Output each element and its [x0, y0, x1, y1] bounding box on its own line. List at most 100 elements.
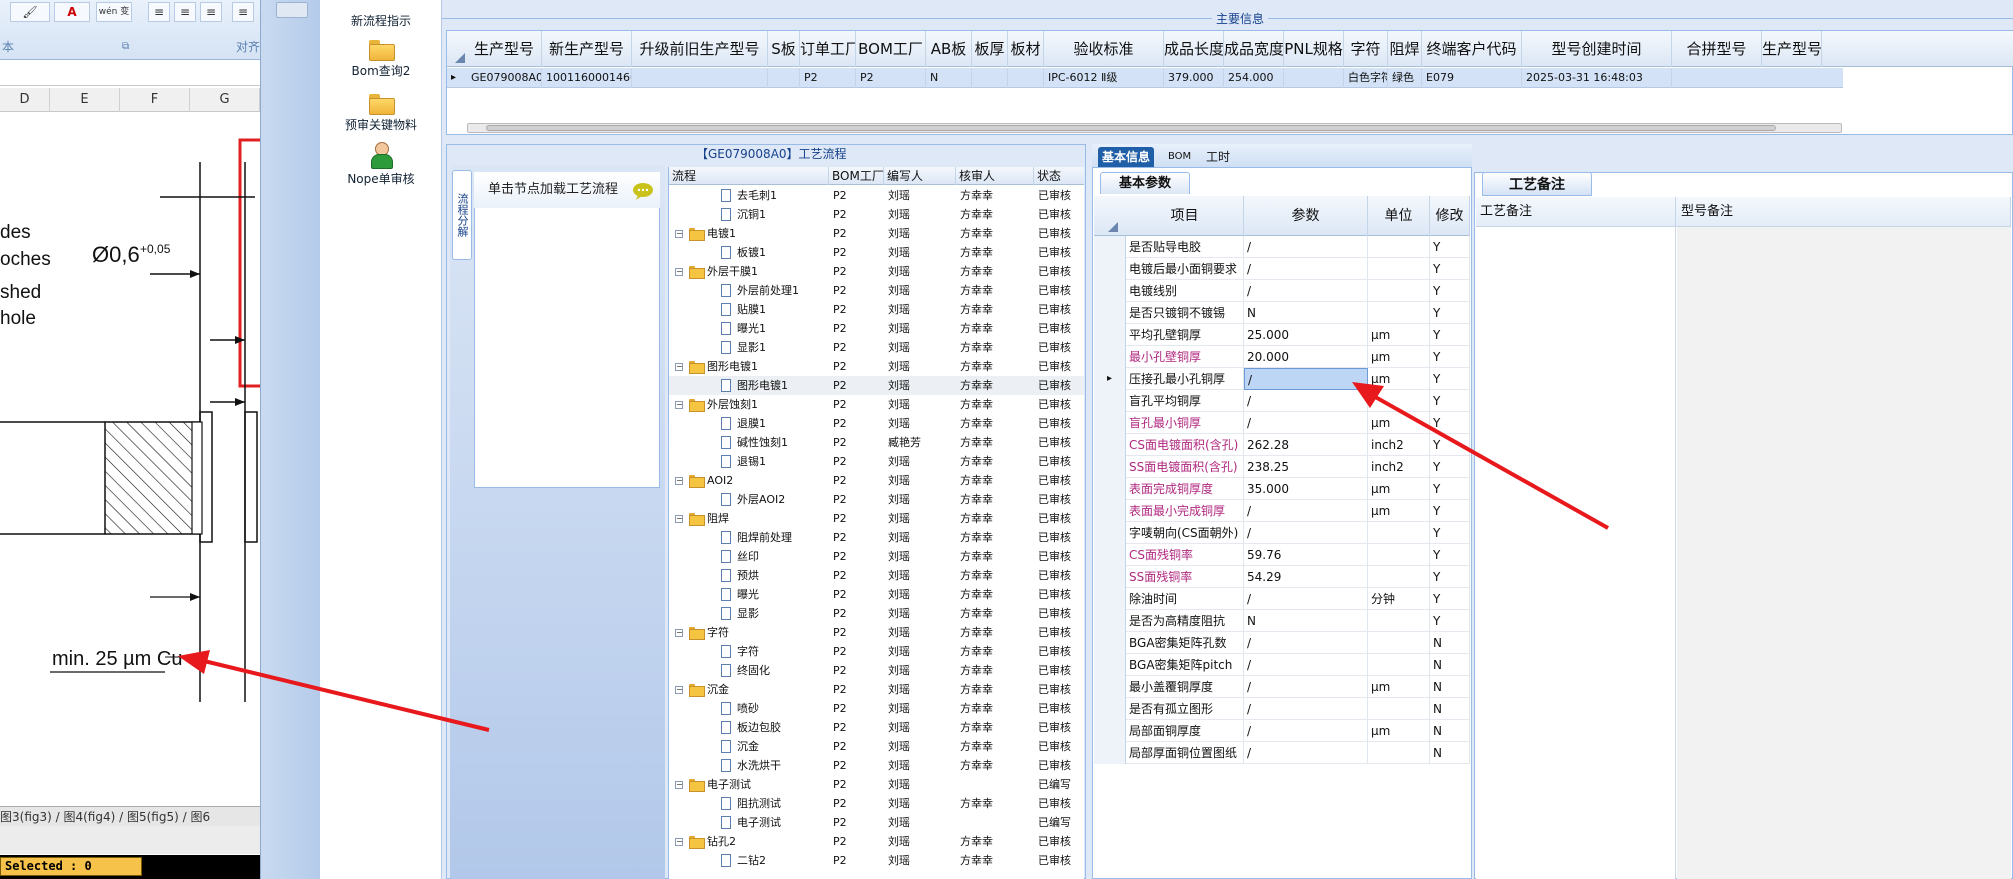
tree-column-header[interactable]: 流程 — [669, 167, 829, 185]
param-value[interactable]: / — [1244, 698, 1368, 720]
tree-row[interactable]: 外层AOI2 P2 刘瑶 方幸幸 已审核 — [669, 490, 1084, 509]
param-value[interactable]: 238.25 — [1244, 456, 1368, 478]
params-row[interactable]: 盲孔最小铜厚 / μm Y — [1094, 412, 1470, 434]
params-row[interactable]: CS面残铜率 59.76 Y — [1094, 544, 1470, 566]
column-header-e[interactable]: E — [50, 88, 120, 112]
row-header[interactable] — [1094, 236, 1126, 258]
param-value[interactable]: / — [1244, 390, 1368, 412]
cell[interactable]: 绿色 — [1388, 68, 1422, 88]
nope-audit-tool[interactable]: Nope单审核 — [320, 142, 442, 187]
params-row[interactable]: 是否贴导电胶 / Y — [1094, 236, 1470, 258]
param-value[interactable]: / — [1244, 742, 1368, 764]
collapse-icon[interactable]: − — [675, 686, 683, 694]
tree-row[interactable]: 退锡1 P2 刘瑶 方幸幸 已审核 — [669, 452, 1084, 471]
process-vertical-tab[interactable]: 流程分解 — [452, 170, 472, 260]
tree-row[interactable]: 水洗烘干 P2 刘瑶 方幸幸 已审核 — [669, 756, 1084, 775]
collapse-icon[interactable]: − — [675, 363, 683, 371]
row-header[interactable] — [1094, 478, 1126, 500]
param-value[interactable]: 262.28 — [1244, 434, 1368, 456]
params-row[interactable]: 局部面铜厚度 / μm N — [1094, 720, 1470, 742]
tree-row[interactable]: − AOI2 P2 刘瑶 方幸幸 已审核 — [669, 471, 1084, 490]
params-row[interactable]: 最小孔壁铜厚 20.000 μm Y — [1094, 346, 1470, 368]
param-value[interactable]: 20.000 — [1244, 346, 1368, 368]
tree-row[interactable]: 图形电镀1 P2 刘瑶 方幸幸 已审核 — [669, 376, 1084, 395]
column-header[interactable]: 生产型号 — [467, 31, 542, 67]
main-info-row[interactable]: ▸GE079008A010011600014666P2P2NIPC-6012 Ⅱ… — [447, 68, 1843, 88]
align-center-button[interactable]: ≡ — [174, 2, 196, 22]
tree-column-header[interactable]: 编写人 — [884, 167, 956, 185]
row-header[interactable] — [1094, 654, 1126, 676]
cell[interactable]: P2 — [800, 68, 856, 88]
tree-row[interactable]: 阻抗测试 P2 刘瑶 方幸幸 已审核 — [669, 794, 1084, 813]
row-header[interactable] — [1094, 346, 1126, 368]
params-row[interactable]: BGA密集矩阵pitch / N — [1094, 654, 1470, 676]
column-header[interactable]: BOM工厂 — [856, 31, 926, 67]
cell[interactable]: 254.000 — [1224, 68, 1284, 88]
params-row[interactable]: 平均孔壁铜厚 25.000 μm Y — [1094, 324, 1470, 346]
tab-basic-params[interactable]: 基本参数 — [1100, 172, 1190, 194]
column-header[interactable]: 生产型号 — [1762, 31, 1822, 67]
tree-row[interactable]: − 阻焊 P2 刘瑶 方幸幸 已审核 — [669, 509, 1084, 528]
row-header[interactable] — [1094, 434, 1126, 456]
scroll-thumb[interactable] — [486, 125, 1776, 131]
collapse-icon[interactable]: − — [675, 477, 683, 485]
cell[interactable]: N — [926, 68, 972, 88]
process-remarks-area[interactable] — [1476, 227, 1676, 879]
tree-row[interactable]: 二钻2 P2 刘瑶 方幸幸 已审核 — [669, 851, 1084, 870]
cell[interactable]: IPC-6012 Ⅱ级 — [1044, 68, 1164, 88]
cell[interactable] — [632, 68, 768, 88]
tree-row[interactable]: 阻焊前处理 P2 刘瑶 方幸幸 已审核 — [669, 528, 1084, 547]
collapse-icon[interactable]: − — [675, 838, 683, 846]
params-row[interactable]: 表面完成铜厚度 35.000 μm Y — [1094, 478, 1470, 500]
tree-row[interactable]: 曝光 P2 刘瑶 方幸幸 已审核 — [669, 585, 1084, 604]
param-value[interactable]: / — [1244, 258, 1368, 280]
column-header[interactable]: 合拼型号 — [1672, 31, 1762, 67]
tree-row[interactable]: − 电子测试 P2 刘瑶 已编写 — [669, 775, 1084, 794]
cell[interactable]: 2025-03-31 16:48:03 — [1522, 68, 1672, 88]
param-value[interactable]: / — [1244, 632, 1368, 654]
tree-row[interactable]: 去毛刺1 P2 刘瑶 方幸幸 已审核 — [669, 186, 1084, 205]
horizontal-scrollbar[interactable] — [467, 123, 1842, 133]
align-left-button[interactable]: ≡ — [148, 2, 170, 22]
row-header[interactable] — [1094, 390, 1126, 412]
column-header-g[interactable]: G — [190, 88, 260, 112]
collapse-icon[interactable]: − — [675, 629, 683, 637]
tree-row[interactable]: 退膜1 P2 刘瑶 方幸幸 已审核 — [669, 414, 1084, 433]
row-header[interactable] — [1094, 258, 1126, 280]
param-value[interactable]: / — [1244, 588, 1368, 610]
param-value[interactable]: 54.29 — [1244, 566, 1368, 588]
tab-bom[interactable]: BOM — [1164, 147, 1195, 167]
cell[interactable]: 379.000 — [1164, 68, 1224, 88]
tree-row[interactable]: 沉金 P2 刘瑶 方幸幸 已审核 — [669, 737, 1084, 756]
params-row[interactable]: 是否只镀铜不镀锡 N Y — [1094, 302, 1470, 324]
params-column-header[interactable]: 项目 — [1126, 196, 1244, 236]
tree-row[interactable]: 显影 P2 刘瑶 方幸幸 已审核 — [669, 604, 1084, 623]
column-header[interactable]: 成品长度 — [1164, 31, 1224, 67]
bom-query-tool[interactable]: Bom查询2 — [320, 38, 442, 79]
tree-row[interactable]: 预烘 P2 刘瑶 方幸幸 已审核 — [669, 566, 1084, 585]
row-header[interactable] — [1094, 566, 1126, 588]
cell[interactable]: P2 — [856, 68, 926, 88]
cell[interactable] — [768, 68, 800, 88]
tree-row[interactable]: 外层前处理1 P2 刘瑶 方幸幸 已审核 — [669, 281, 1084, 300]
param-value[interactable]: 25.000 — [1244, 324, 1368, 346]
row-header[interactable] — [1094, 610, 1126, 632]
tree-row[interactable]: 显影1 P2 刘瑶 方幸幸 已审核 — [669, 338, 1084, 357]
cell[interactable] — [972, 68, 1008, 88]
param-value[interactable]: / — [1244, 522, 1368, 544]
params-column-header[interactable]: 单位 — [1368, 196, 1430, 236]
tree-row[interactable]: 贴膜1 P2 刘瑶 方幸幸 已审核 — [669, 300, 1084, 319]
column-header[interactable]: 成品宽度 — [1224, 31, 1284, 67]
tree-row[interactable]: − 外层干膜1 P2 刘瑶 方幸幸 已审核 — [669, 262, 1084, 281]
cell[interactable]: GE079008A0 — [467, 68, 542, 88]
params-row[interactable]: 最小盖覆铜厚度 / μm N — [1094, 676, 1470, 698]
tree-row[interactable]: 碱性蚀刻1 P2 臧艳芳 方幸幸 已审核 — [669, 433, 1084, 452]
param-value[interactable]: 59.76 — [1244, 544, 1368, 566]
row-header[interactable]: ▸ — [1094, 368, 1126, 390]
cell[interactable]: E079 — [1422, 68, 1522, 88]
phonetic-button[interactable]: wén 变 — [96, 2, 132, 22]
tree-row[interactable]: − 钻孔2 P2 刘瑶 方幸幸 已审核 — [669, 832, 1084, 851]
column-header[interactable]: 字符 — [1344, 31, 1388, 67]
param-value[interactable]: N — [1244, 302, 1368, 324]
tree-column-header[interactable]: 核审人 — [956, 167, 1034, 185]
